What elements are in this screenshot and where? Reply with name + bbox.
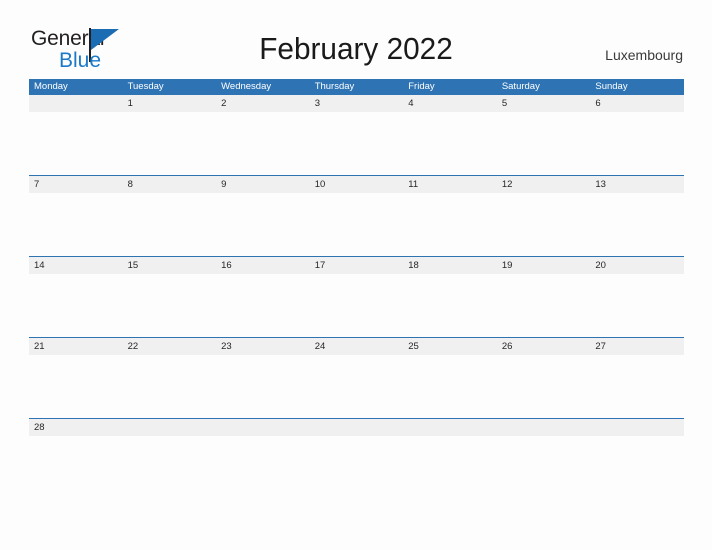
day-cell[interactable]: 11 — [403, 176, 497, 193]
date-number-band: 28 — [29, 419, 684, 436]
day-cell[interactable] — [216, 419, 310, 436]
day-cell[interactable]: 26 — [497, 338, 591, 355]
day-cell[interactable]: 20 — [590, 257, 684, 274]
country-label: Luxembourg — [605, 47, 683, 63]
week-row: 28 — [29, 418, 684, 440]
day-cell[interactable]: 23 — [216, 338, 310, 355]
day-cell[interactable]: 21 — [29, 338, 123, 355]
day-cell[interactable] — [310, 419, 404, 436]
day-cell[interactable]: 25 — [403, 338, 497, 355]
day-cell[interactable]: 4 — [403, 95, 497, 112]
week-notes-area[interactable] — [29, 112, 684, 175]
date-number-band: 21 22 23 24 25 26 27 — [29, 338, 684, 355]
day-cell[interactable] — [403, 419, 497, 436]
day-cell[interactable] — [29, 95, 123, 112]
page-title: February 2022 — [259, 31, 453, 66]
day-cell[interactable]: 16 — [216, 257, 310, 274]
week-notes-area[interactable] — [29, 355, 684, 418]
day-cell[interactable]: 28 — [29, 419, 123, 436]
day-cell[interactable]: 17 — [310, 257, 404, 274]
weekday-header-tuesday: Tuesday — [127, 81, 164, 92]
day-cell[interactable]: 13 — [590, 176, 684, 193]
weekday-header-sunday: Sunday — [595, 81, 628, 92]
day-cell[interactable]: 7 — [29, 176, 123, 193]
day-cell[interactable]: 24 — [310, 338, 404, 355]
page-header: General Blue February 2022 Luxembourg — [0, 0, 712, 78]
week-row: 21 22 23 24 25 26 27 — [29, 337, 684, 418]
weekday-header-monday: Monday — [34, 81, 68, 92]
week-row: 1 2 3 4 5 6 — [29, 95, 684, 175]
weekday-header-saturday: Saturday — [501, 81, 540, 92]
day-cell[interactable]: 12 — [497, 176, 591, 193]
day-cell[interactable]: 2 — [216, 95, 310, 112]
date-number-band: 14 15 16 17 18 19 20 — [29, 257, 684, 274]
week-notes-area[interactable] — [29, 274, 684, 337]
weekday-header-row: Monday Tuesday Wednesday Thursday Friday… — [29, 79, 684, 95]
week-row: 14 15 16 17 18 19 20 — [29, 256, 684, 337]
week-notes-area[interactable] — [29, 436, 684, 440]
date-number-band: 1 2 3 4 5 6 — [29, 95, 684, 112]
day-cell[interactable]: 14 — [29, 257, 123, 274]
week-row: 7 8 9 10 11 12 13 — [29, 175, 684, 256]
day-cell[interactable]: 9 — [216, 176, 310, 193]
day-cell[interactable] — [123, 419, 217, 436]
weekday-header-thursday: Thursday — [314, 81, 355, 92]
day-cell[interactable]: 22 — [123, 338, 217, 355]
date-number-band: 7 8 9 10 11 12 13 — [29, 176, 684, 193]
weekday-header-wednesday: Wednesday — [221, 81, 272, 92]
weekday-header-friday: Friday — [408, 81, 435, 92]
day-cell[interactable] — [497, 419, 591, 436]
day-cell[interactable]: 3 — [310, 95, 404, 112]
week-notes-area[interactable] — [29, 193, 684, 256]
day-cell[interactable]: 27 — [590, 338, 684, 355]
calendar-page: General Blue February 2022 Luxembourg Mo… — [0, 0, 712, 550]
day-cell[interactable]: 1 — [123, 95, 217, 112]
day-cell[interactable]: 5 — [497, 95, 591, 112]
day-cell[interactable]: 15 — [123, 257, 217, 274]
day-cell[interactable]: 18 — [403, 257, 497, 274]
day-cell[interactable] — [590, 419, 684, 436]
day-cell[interactable]: 10 — [310, 176, 404, 193]
day-cell[interactable]: 8 — [123, 176, 217, 193]
calendar-grid: Monday Tuesday Wednesday Thursday Friday… — [29, 79, 684, 440]
day-cell[interactable]: 6 — [590, 95, 684, 112]
day-cell[interactable]: 19 — [497, 257, 591, 274]
